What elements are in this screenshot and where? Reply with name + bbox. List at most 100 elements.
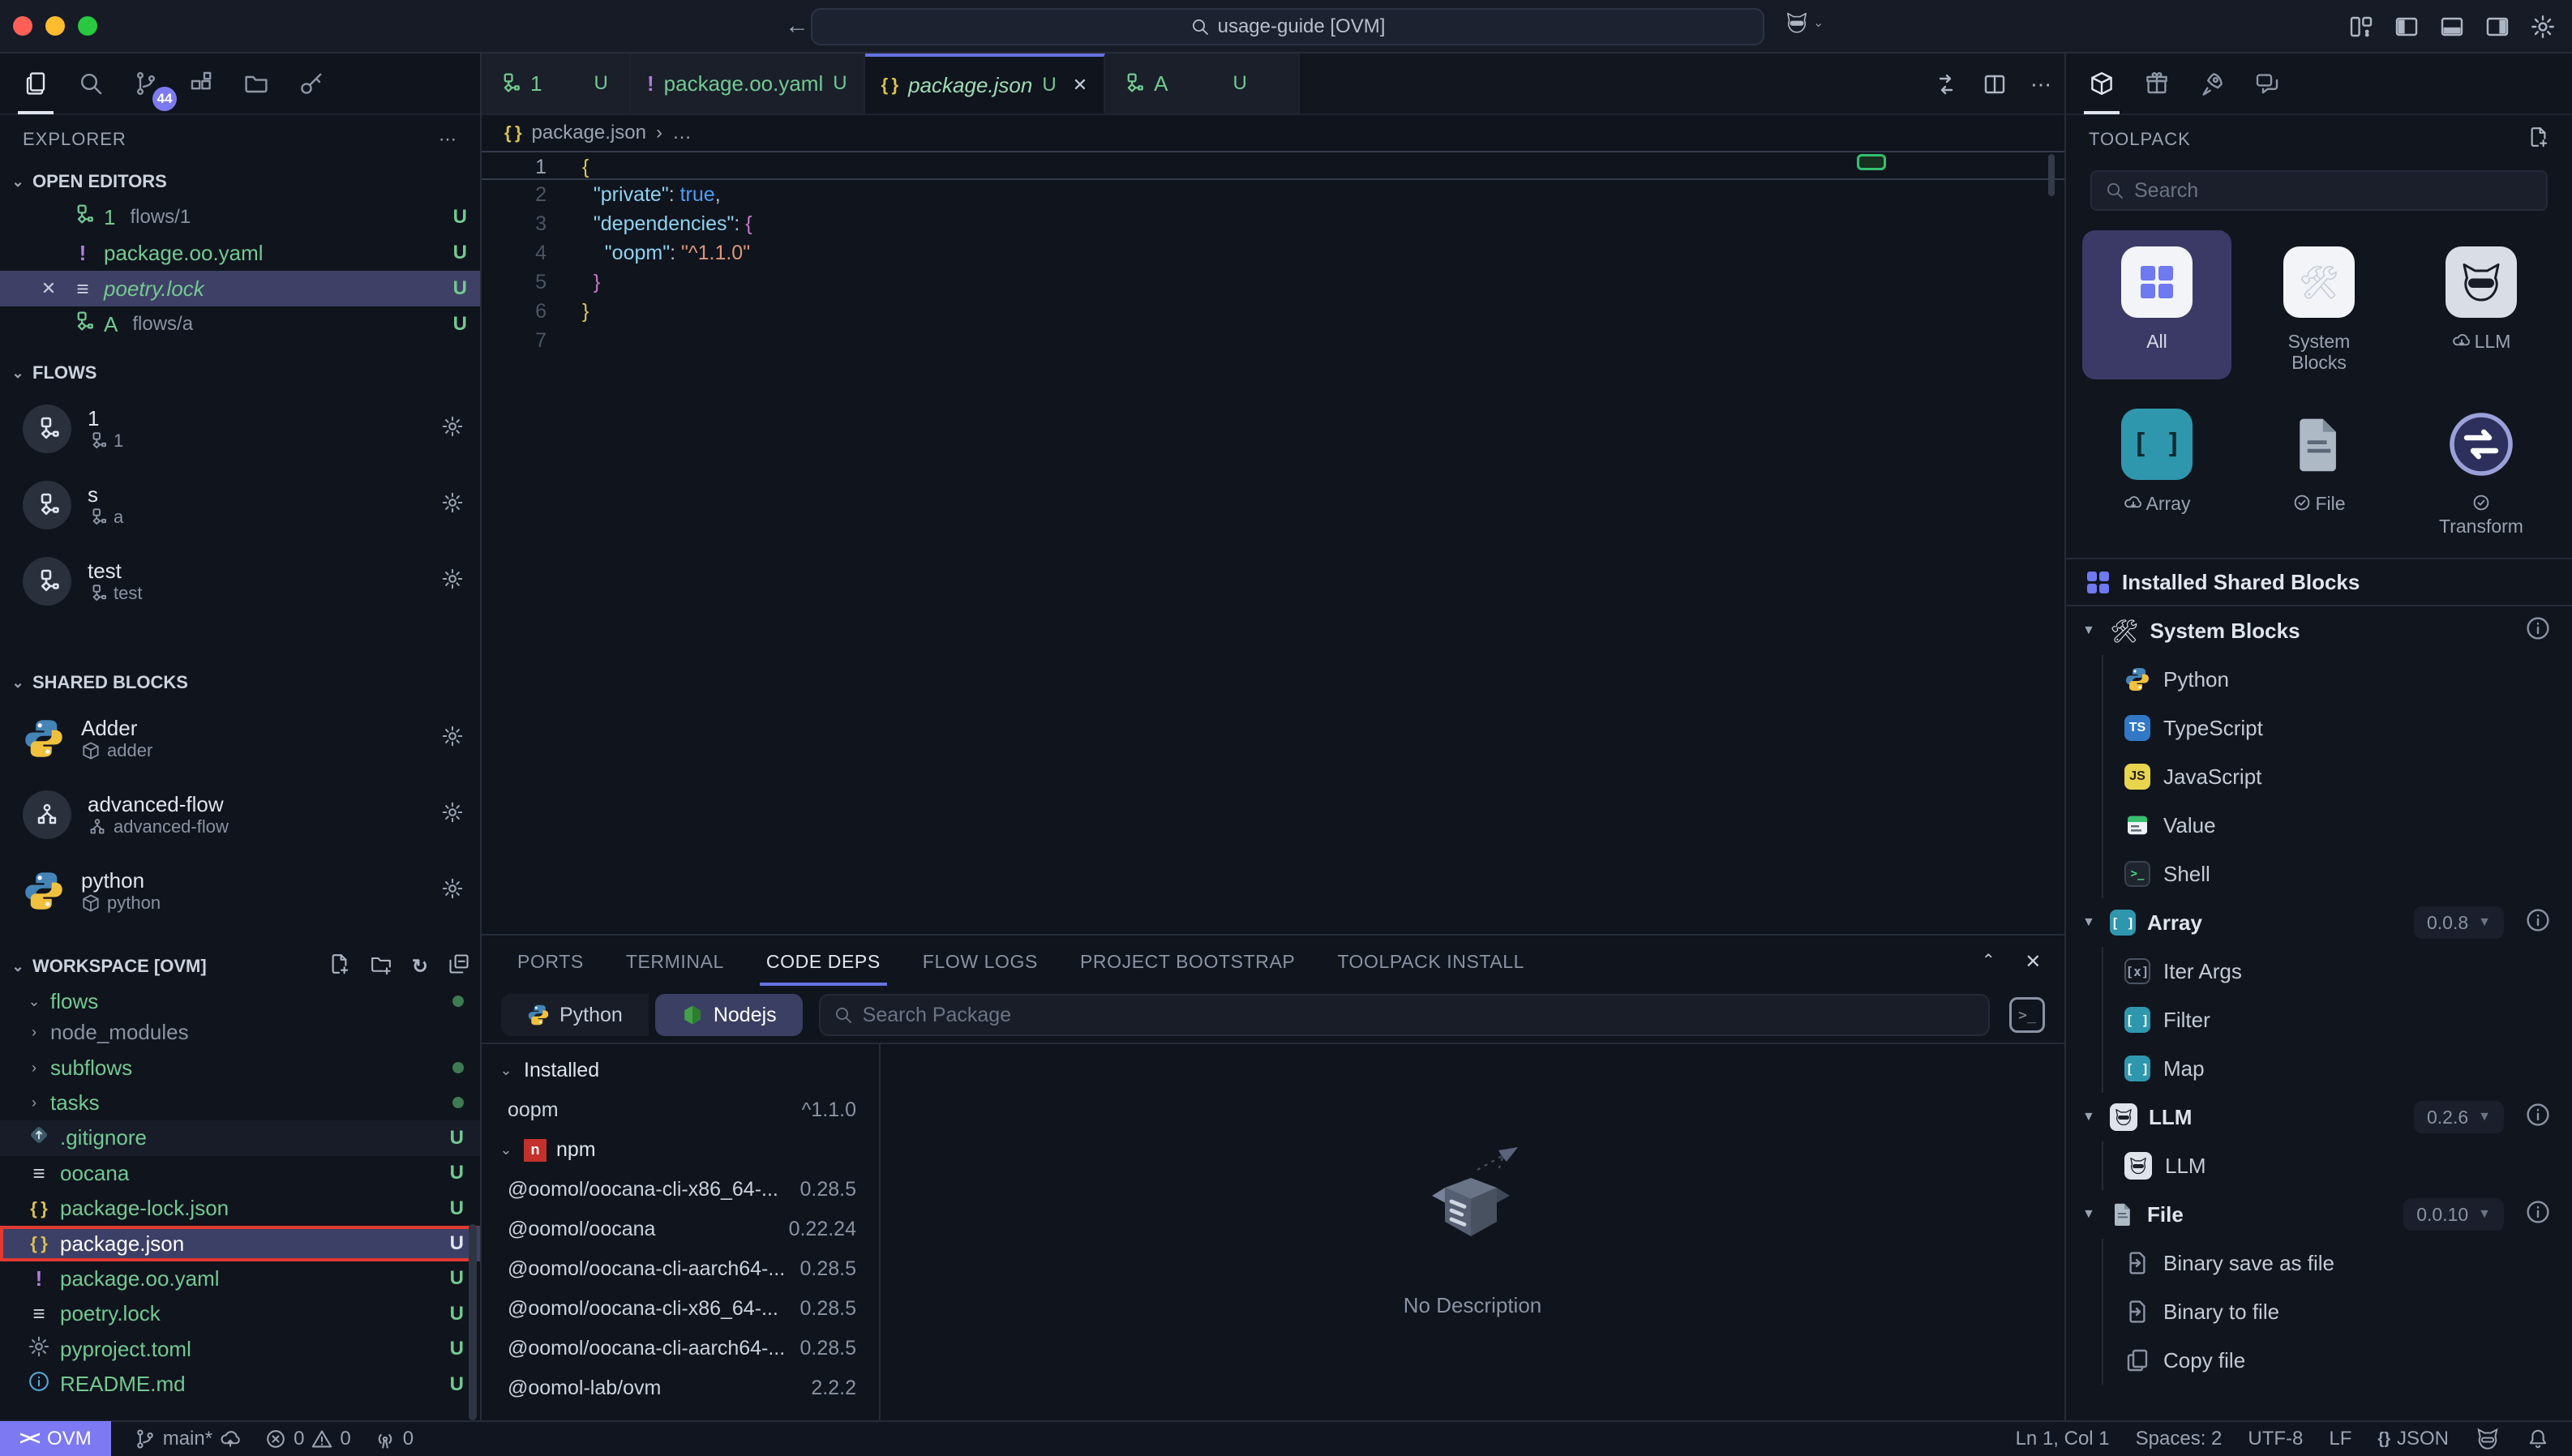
shared-blocks-header[interactable]: ⌄ SHARED BLOCKS (0, 665, 480, 700)
collapse-all-icon[interactable] (448, 953, 470, 980)
version-select[interactable]: 0.0.10▼ (2403, 1198, 2504, 1231)
cursor-position[interactable]: Ln 1, Col 1 (2016, 1428, 2110, 1450)
bell-icon[interactable] (2527, 1428, 2549, 1450)
editor-scrollbar[interactable] (2048, 154, 2055, 196)
activity-extensions[interactable] (182, 59, 221, 108)
block-item[interactable]: [ ] Filter (2066, 996, 2572, 1044)
cat-icon[interactable] (2475, 1426, 2501, 1452)
info-icon[interactable] (2525, 1102, 2551, 1133)
version-select[interactable]: 0.0.8▼ (2414, 906, 2504, 939)
toolpack-search-input[interactable] (2134, 179, 2533, 203)
assistant-menu[interactable]: ⌄ (1784, 10, 1824, 36)
open-editor-item[interactable]: ! package.oo.yaml U (0, 235, 480, 271)
panel-tab-project-bootstrap[interactable]: PROJECT BOOTSTRAP (1080, 951, 1295, 973)
package-row[interactable]: @oomol/oocana-cli-x86_64-...0.28.5 (482, 1289, 879, 1329)
package-row[interactable]: @oomol-lab/ovm2.2.2 (482, 1368, 879, 1408)
block-settings-gear-icon[interactable] (441, 725, 464, 753)
block-item[interactable]: Copy file (2066, 1336, 2572, 1385)
open-editor-item-selected[interactable]: ✕ ≡ poetry.lock U (0, 271, 480, 306)
block-settings-gear-icon[interactable] (441, 801, 464, 829)
flow-item[interactable]: s a (0, 467, 480, 543)
workspace-file[interactable]: ≡ oocana U (0, 1156, 480, 1191)
terminal-icon-button[interactable]: >_ (2009, 997, 2045, 1033)
tile-system-blocks[interactable]: 🛠 System Blocks (2244, 230, 2394, 379)
close-icon[interactable]: ✕ (36, 278, 62, 299)
nodejs-runtime-button[interactable]: Nodejs (655, 994, 803, 1036)
minimize-window-button[interactable] (45, 16, 65, 36)
ports-status[interactable]: 0 (374, 1428, 414, 1450)
workspace-file-selected[interactable]: { } package.json U (0, 1226, 480, 1261)
workspace-file[interactable]: .gitignore U (0, 1120, 480, 1155)
indentation[interactable]: Spaces: 2 (2136, 1428, 2223, 1450)
open-editors-header[interactable]: ⌄ OPEN EDITORS (0, 164, 480, 199)
new-toolpack-icon[interactable] (2527, 126, 2549, 153)
package-search[interactable] (819, 994, 1990, 1036)
activity-explorer[interactable] (16, 59, 55, 108)
info-icon[interactable] (2525, 615, 2551, 647)
block-item[interactable]: TS TypeScript (2066, 704, 2572, 752)
group-file[interactable]: ▼ File 0.0.10▼ (2066, 1190, 2572, 1239)
panel-maximize-icon[interactable]: ⌃ (1982, 950, 1995, 974)
workspace-folder[interactable]: › tasks (0, 1086, 480, 1120)
workspace-file[interactable]: { } package-lock.json U (0, 1191, 480, 1226)
marketplace-tab[interactable] (2137, 59, 2176, 108)
sidebar-scrollbar[interactable] (469, 1224, 477, 1420)
activity-folder[interactable] (237, 59, 276, 108)
flow-settings-gear-icon[interactable] (441, 491, 464, 520)
breadcrumb[interactable]: { } package.json › … (482, 115, 2064, 151)
activity-search[interactable] (71, 59, 110, 108)
back-button[interactable]: ← (785, 12, 809, 40)
refresh-icon[interactable]: ↻ (412, 955, 428, 979)
command-center-search[interactable]: usage-guide [OVM] (811, 8, 1764, 45)
close-window-button[interactable] (13, 16, 32, 36)
npm-group-header[interactable]: ⌄ n npm (482, 1130, 879, 1170)
explorer-more-icon[interactable]: ⋯ (439, 129, 457, 150)
editor-tab[interactable]: A U (1105, 54, 1300, 113)
shared-block-item[interactable]: Adder adder (0, 700, 480, 777)
activity-secrets[interactable] (292, 59, 331, 108)
flows-header[interactable]: ⌄ FLOWS (0, 355, 480, 391)
flow-item[interactable]: 1 1 (0, 391, 480, 467)
open-editor-item[interactable]: A flows/a U (0, 306, 480, 342)
tile-transform[interactable]: Transform (2407, 392, 2556, 542)
tile-file[interactable]: File (2244, 392, 2394, 542)
code-editor[interactable]: 1{ 2 "private": true, 3 "dependencies": … (482, 151, 2064, 355)
chat-tab[interactable] (2248, 59, 2287, 108)
block-item[interactable]: Binary to file (2066, 1287, 2572, 1336)
new-folder-icon[interactable] (370, 953, 392, 980)
block-item[interactable]: >_ Shell (2066, 850, 2572, 898)
package-row[interactable]: @oomol/oocana0.22.24 (482, 1210, 879, 1249)
layout-customize-icon[interactable] (2348, 14, 2374, 40)
group-system-blocks[interactable]: ▼ 🛠 System Blocks (2066, 606, 2572, 655)
open-changes-icon[interactable] (1933, 71, 1959, 97)
panel-tab-flow-logs[interactable]: FLOW LOGS (923, 951, 1038, 973)
package-row[interactable]: oopm ^1.1.0 (482, 1090, 879, 1130)
editor-tab[interactable]: 1 U (482, 54, 631, 113)
tile-all[interactable]: All (2082, 230, 2231, 379)
workspace-header[interactable]: ⌄ WORKSPACE [OVM] ↻ (0, 945, 480, 987)
flow-settings-gear-icon[interactable] (441, 567, 464, 596)
block-settings-gear-icon[interactable] (441, 877, 464, 906)
remote-indicator[interactable]: >< OVM (0, 1421, 111, 1456)
block-item[interactable]: [x] Iter Args (2066, 947, 2572, 996)
panel-tab-toolpack-install[interactable]: TOOLPACK INSTALL (1337, 951, 1524, 973)
info-icon[interactable] (2525, 1199, 2551, 1231)
package-row[interactable]: @oomol/oocana-cli-aarch64-...0.28.5 (482, 1249, 879, 1289)
deploy-tab[interactable] (2193, 59, 2231, 108)
language-mode[interactable]: {} JSON (2377, 1428, 2449, 1450)
panel-close-icon[interactable]: ✕ (2025, 950, 2042, 974)
workspace-file[interactable]: README.md U (0, 1367, 480, 1402)
installed-group-header[interactable]: ⌄ Installed (482, 1051, 879, 1090)
workspace-file[interactable]: pyproject.toml U (0, 1332, 480, 1367)
workspace-folder[interactable]: › node_modules (0, 1015, 480, 1050)
python-runtime-button[interactable]: Python (501, 994, 649, 1036)
version-select[interactable]: 0.2.6▼ (2414, 1101, 2504, 1133)
problems-status[interactable]: 0 0 (264, 1428, 351, 1450)
toggle-right-panel-icon[interactable] (2484, 14, 2510, 40)
maximize-window-button[interactable] (78, 16, 97, 36)
package-row[interactable]: @oomol/oocana-cli-aarch64-...0.28.5 (482, 1329, 879, 1368)
encoding[interactable]: UTF-8 (2248, 1428, 2303, 1450)
panel-tab-ports[interactable]: PORTS (517, 951, 584, 973)
settings-gear-icon[interactable] (2530, 14, 2556, 40)
package-row[interactable]: @oomol/oocana-cli-x86_64-...0.28.5 (482, 1170, 879, 1210)
